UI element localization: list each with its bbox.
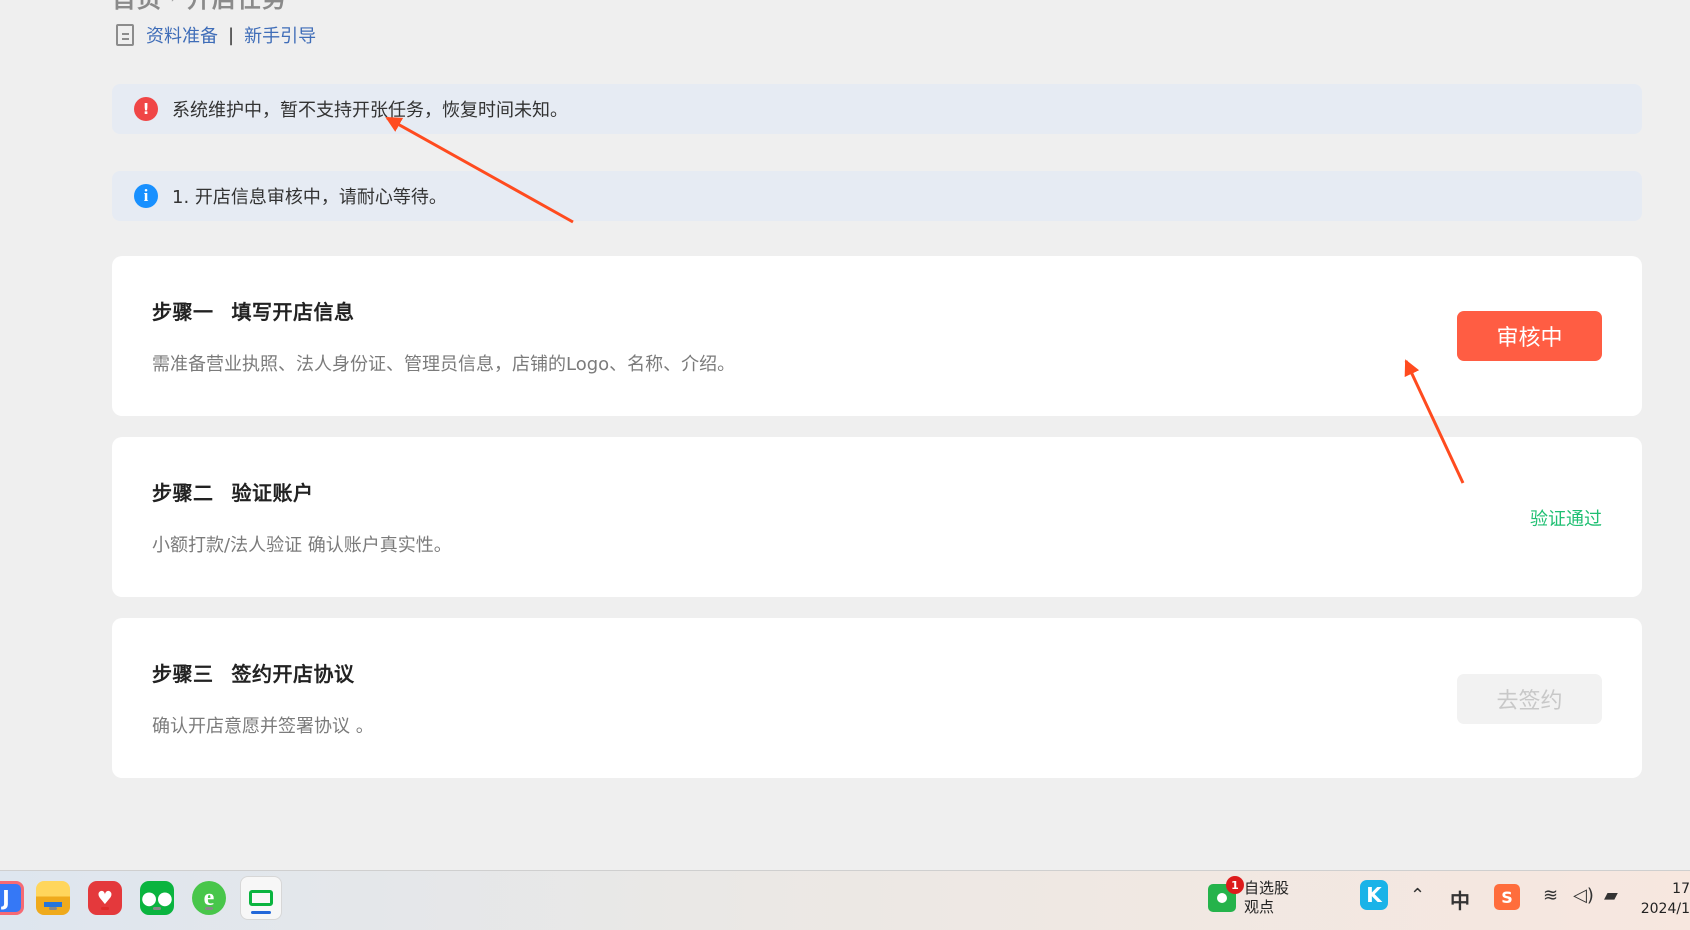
partial-app-icon[interactable]: J: [0, 881, 24, 915]
step-two-name: 验证账户: [231, 481, 314, 505]
maintenance-alert-text: 系统维护中，暂不支持开张任务，恢复时间未知。: [172, 100, 568, 121]
breadcrumb-separator: ›: [170, 0, 179, 8]
breadcrumb-current: 开店任务: [187, 0, 287, 14]
wechat-icon[interactable]: ●●: [140, 881, 174, 915]
browser-e-icon[interactable]: e: [192, 881, 226, 915]
link-divider: |: [228, 24, 235, 46]
step-one-description: 需准备营业执照、法人身份证、管理员信息，店铺的Logo、名称、介绍。: [152, 354, 736, 375]
pinduoduo-icon[interactable]: ♥: [88, 881, 122, 915]
volume-icon[interactable]: ◁): [1573, 885, 1594, 906]
breadcrumb: 首页 › 开店任务: [112, 0, 287, 13]
step-three-description: 确认开店意愿并签署协议 。: [152, 716, 374, 737]
step-three-title: 步骤三 签约开店协议: [152, 658, 355, 687]
clock-time: 17: [1672, 881, 1690, 897]
page-content: 首页 › 开店任务 资料准备 | 新手引导 ! 系统维护中，暂不支持开张任务，恢…: [0, 0, 1690, 870]
sogou-icon[interactable]: S: [1494, 884, 1520, 910]
stock-icon: 1: [1208, 876, 1244, 912]
go-sign-button: 去签约: [1457, 674, 1602, 724]
file-explorer-icon[interactable]: [36, 881, 70, 915]
material-prep-link[interactable]: 资料准备: [146, 22, 218, 48]
battery-icon[interactable]: ▰: [1604, 885, 1618, 906]
step-one-card: 步骤一 填写开店信息 需准备营业执照、法人身份证、管理员信息，店铺的Logo、名称…: [112, 256, 1642, 416]
k-app-icon[interactable]: K: [1360, 880, 1388, 910]
remote-desktop-icon[interactable]: [240, 876, 282, 920]
step-one-title: 步骤一 填写开店信息: [152, 296, 355, 325]
stock-line-1: 自选股: [1244, 879, 1290, 897]
taskbar: J ♥ ●● e 1 自选股 观点 K ⌃ 中 S ≋ ◁) ▰ 17 2024…: [0, 870, 1690, 930]
step-three-label: 步骤三: [152, 662, 214, 686]
beginner-guide-link[interactable]: 新手引导: [244, 22, 316, 48]
verification-passed-status: 验证通过: [1530, 509, 1602, 530]
step-two-title: 步骤二 验证账户: [152, 477, 314, 506]
info-icon: i: [134, 184, 158, 208]
review-notice-text: 1. 开店信息审核中，请耐心等待。: [172, 187, 447, 208]
chevron-up-icon[interactable]: ⌃: [1410, 885, 1425, 906]
breadcrumb-home[interactable]: 首页: [112, 0, 162, 14]
clock-date: 2024/1: [1640, 901, 1690, 917]
doc-links: 资料准备 | 新手引导: [116, 22, 316, 48]
error-icon: !: [134, 97, 158, 121]
taskbar-clock[interactable]: 17 2024/1: [1620, 879, 1690, 919]
notification-badge: 1: [1226, 876, 1244, 894]
step-two-label: 步骤二: [152, 481, 214, 505]
step-two-description: 小额打款/法人验证 确认账户真实性。: [152, 535, 452, 556]
doc-icon: [116, 24, 134, 46]
stock-line-2: 观点: [1244, 898, 1275, 916]
stock-widget[interactable]: 1 自选股 观点: [1208, 876, 1289, 917]
maintenance-alert: ! 系统维护中，暂不支持开张任务，恢复时间未知。: [112, 84, 1642, 134]
step-three-card: 步骤三 签约开店协议 确认开店意愿并签署协议 。 去签约: [112, 618, 1642, 778]
step-one-name: 填写开店信息: [231, 300, 355, 324]
review-notice-alert: i 1. 开店信息审核中，请耐心等待。: [112, 171, 1642, 221]
step-one-label: 步骤一: [152, 300, 214, 324]
step-three-name: 签约开店协议: [231, 662, 355, 686]
stock-widget-text: 自选股 观点: [1244, 879, 1289, 917]
ime-indicator[interactable]: 中: [1450, 885, 1470, 914]
under-review-button[interactable]: 审核中: [1457, 311, 1602, 361]
wifi-icon[interactable]: ≋: [1543, 885, 1558, 906]
step-two-card: 步骤二 验证账户 小额打款/法人验证 确认账户真实性。 验证通过: [112, 437, 1642, 597]
